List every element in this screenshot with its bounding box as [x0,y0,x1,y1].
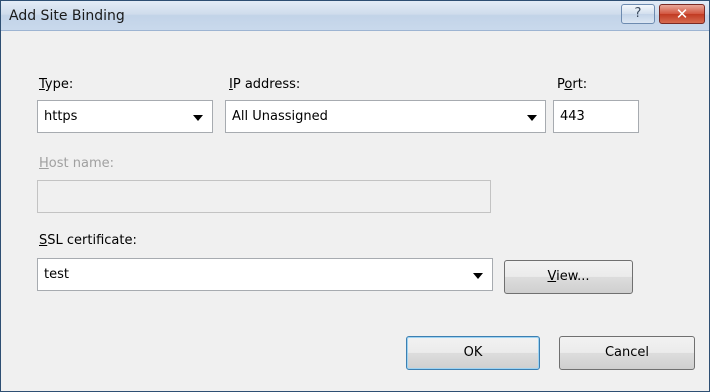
type-label: Type: [39,77,74,92]
ssl-certificate-select-value: test [44,267,69,282]
chevron-down-icon [527,115,537,121]
ip-address-select-value: All Unassigned [232,109,328,124]
ssl-certificate-select[interactable]: test [37,258,493,291]
help-button[interactable]: ? [621,4,655,24]
ssl-certificate-label: SSL certificate: [39,233,137,248]
close-button[interactable]: ✕ [659,4,705,24]
view-button[interactable]: View... [504,260,633,294]
host-name-label: Host name: [39,156,114,171]
host-name-input[interactable] [37,180,491,213]
type-select[interactable]: https [37,100,213,133]
ip-address-select[interactable]: All Unassigned [225,100,546,133]
port-input[interactable]: 443 [553,100,639,133]
port-input-value: 443 [560,109,585,124]
port-label: Port: [557,77,588,92]
cancel-button[interactable]: Cancel [559,336,695,370]
add-site-binding-dialog: Add Site Binding ? ✕ Type: https IP addr… [0,0,710,392]
ip-address-label: IP address: [229,77,301,92]
window-title: Add Site Binding [9,8,125,24]
type-select-value: https [44,109,78,124]
ok-button[interactable]: OK [406,336,540,370]
chevron-down-icon [473,273,483,279]
title-bar[interactable]: Add Site Binding ? ✕ [1,1,709,31]
chevron-down-icon [193,115,203,121]
